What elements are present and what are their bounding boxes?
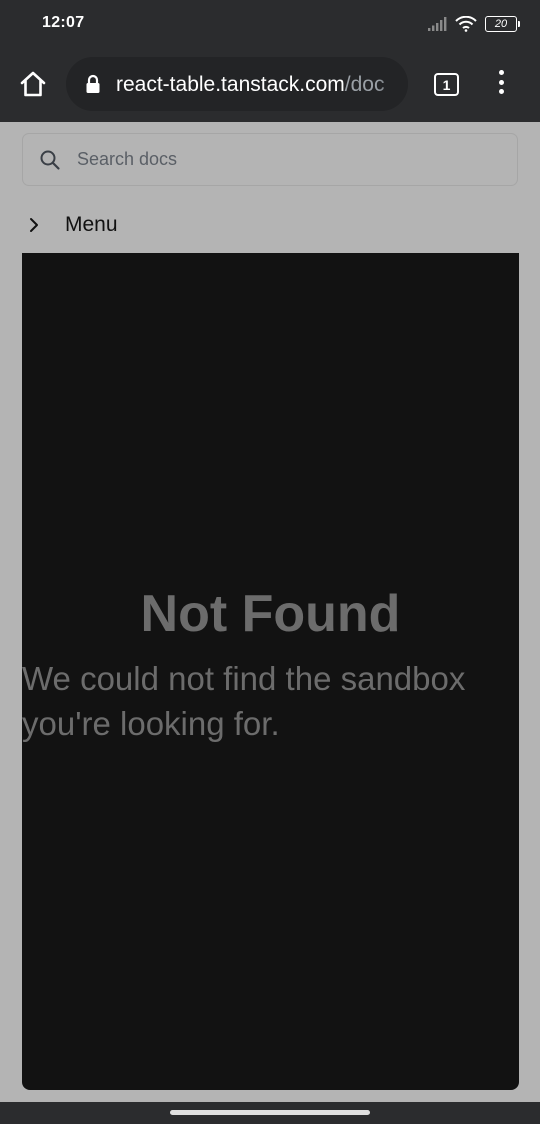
address-bar[interactable]: react-table.tanstack.com/doc <box>66 57 408 111</box>
search-input[interactable]: Search docs <box>22 133 518 186</box>
menu-label: Menu <box>65 213 118 236</box>
sandbox-embed: Not Found We could not find the sandbox … <box>22 253 519 1090</box>
system-nav-bar <box>0 1102 540 1124</box>
home-icon[interactable] <box>18 69 48 99</box>
wifi-icon <box>455 16 477 32</box>
url-domain: react-table.tanstack.com <box>116 73 345 96</box>
search-placeholder: Search docs <box>77 149 178 169</box>
battery-icon: 20 <box>485 16 520 32</box>
signal-icon <box>428 17 447 31</box>
tab-switcher-button[interactable]: 1 <box>434 73 459 96</box>
url-text: react-table.tanstack.com/doc <box>116 73 384 97</box>
not-found-message: We could not find the sandbox you're loo… <box>22 660 466 742</box>
status-bar: 12:07 20 <box>0 0 540 48</box>
status-icons: 20 <box>427 13 520 35</box>
browser-toolbar: react-table.tanstack.com/doc 1 <box>0 48 540 122</box>
page: 12:07 20 react-table.tanstack.com/doc 1 … <box>0 0 540 1124</box>
battery-level: 20 <box>485 16 517 32</box>
search-icon <box>40 150 60 170</box>
lock-icon <box>86 74 100 93</box>
home-indicator[interactable] <box>170 1110 370 1115</box>
status-time: 12:07 <box>42 14 85 31</box>
not-found-title: Not Found <box>140 585 401 643</box>
more-icon[interactable] <box>494 70 508 98</box>
chevron-right-icon <box>30 218 38 232</box>
menu-toggle[interactable]: Menu <box>22 208 322 242</box>
